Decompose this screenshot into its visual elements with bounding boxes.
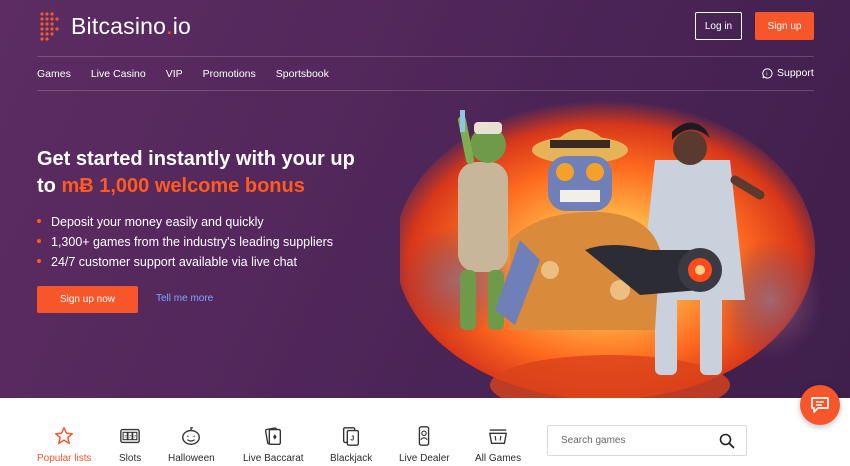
category-slots[interactable]: 7 7 7 Slots xyxy=(119,425,141,464)
svg-text:7: 7 xyxy=(134,434,137,439)
svg-text:J: J xyxy=(350,434,354,443)
nav-divider xyxy=(37,90,814,91)
main-nav: Games Live Casino VIP Promotions Sportsb… xyxy=(37,68,349,80)
svg-text:i: i xyxy=(766,71,767,77)
card-icon: J xyxy=(343,427,360,446)
search-input[interactable] xyxy=(561,435,711,446)
category-halloween[interactable]: Halloween xyxy=(168,425,215,464)
search-icon[interactable] xyxy=(719,433,735,449)
category-bar: Popular lists 7 7 7 Slots Halloween Live… xyxy=(0,398,850,466)
signup-now-button[interactable]: Sign up now xyxy=(37,286,138,313)
hero-banner: Bitcasino.io Log in Sign up Games Live C… xyxy=(0,0,850,398)
cards-icon xyxy=(265,427,282,445)
headline-line-2: to mɃ 1,000 welcome bonus xyxy=(37,175,305,197)
svg-text:7: 7 xyxy=(129,434,132,439)
nav-item-games[interactable]: Games xyxy=(37,68,71,80)
chat-bubble-icon: i xyxy=(762,67,773,79)
category-popular-lists[interactable]: Popular lists xyxy=(37,425,91,464)
chat-icon xyxy=(811,397,829,413)
logo-text: Bitcasino.io xyxy=(71,12,192,39)
benefit-list: Deposit your money easily and quickly 1,… xyxy=(37,214,333,274)
bonus-amount: mɃ 1,000 welcome bonus xyxy=(61,175,305,197)
category-label: Popular lists xyxy=(37,453,92,464)
nav-item-vip[interactable]: VIP xyxy=(166,68,183,80)
category-all-games[interactable]: All Games xyxy=(475,425,521,464)
hero-headline: Get started instantly with your up to mɃ… xyxy=(37,146,397,200)
login-button[interactable]: Log in xyxy=(695,12,742,40)
benefit-item: Deposit your money easily and quickly xyxy=(37,214,333,234)
pumpkin-icon xyxy=(182,427,201,445)
zombie-artwork xyxy=(400,100,820,398)
category-label: All Games xyxy=(475,453,522,464)
category-label: Live Dealer xyxy=(399,453,450,464)
category-live-baccarat[interactable]: Live Baccarat xyxy=(243,425,304,464)
tell-me-more-link[interactable]: Tell me more xyxy=(156,293,213,304)
category-label: Live Baccarat xyxy=(243,453,304,464)
support-link[interactable]: i Support xyxy=(762,67,814,79)
support-label: Support xyxy=(777,67,814,79)
category-live-dealer[interactable]: Live Dealer xyxy=(399,425,450,464)
category-label: Halloween xyxy=(168,453,215,464)
nav-item-promotions[interactable]: Promotions xyxy=(203,68,256,80)
nav-item-sportsbook[interactable]: Sportsbook xyxy=(276,68,329,80)
benefit-item: 1,300+ games from the industry's leading… xyxy=(37,234,333,254)
basket-icon xyxy=(489,429,507,445)
slot-machine-icon: 7 7 7 xyxy=(120,428,140,444)
benefit-item: 24/7 customer support available via live… xyxy=(37,254,333,274)
live-chat-button[interactable] xyxy=(800,385,840,425)
headline-line-1: Get started instantly with your up xyxy=(37,148,355,170)
star-icon xyxy=(55,427,74,445)
dealer-phone-icon xyxy=(419,426,430,446)
logo[interactable]: Bitcasino.io xyxy=(37,8,191,44)
signup-button[interactable]: Sign up xyxy=(755,12,814,40)
nav-item-live-casino[interactable]: Live Casino xyxy=(91,68,146,80)
category-label: Blackjack xyxy=(330,453,373,464)
bitcasino-logo-icon xyxy=(40,12,59,41)
category-blackjack[interactable]: J Blackjack xyxy=(330,425,372,464)
search-box xyxy=(547,425,747,456)
svg-text:7: 7 xyxy=(124,434,127,439)
category-label: Slots xyxy=(119,453,142,464)
header-divider xyxy=(37,56,814,57)
